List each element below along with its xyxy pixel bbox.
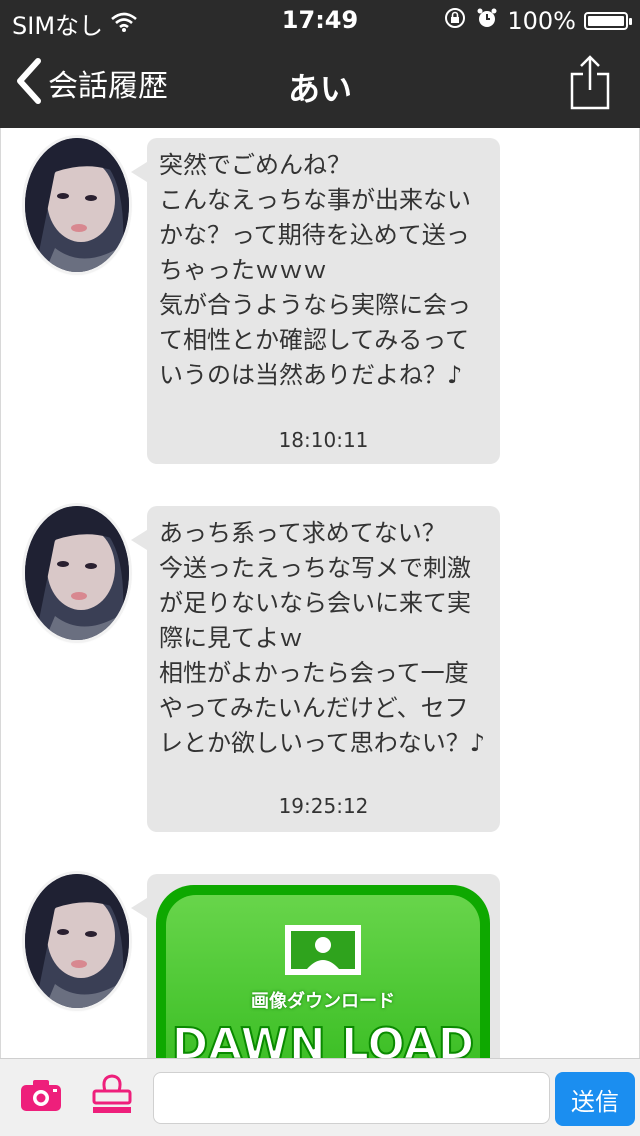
stamp-icon [90, 1074, 134, 1121]
alarm-icon [475, 6, 499, 36]
status-right: 100% [443, 6, 632, 36]
message-input[interactable] [153, 1072, 550, 1124]
share-icon [570, 55, 610, 114]
camera-icon [20, 1080, 62, 1116]
page-title: あい [287, 70, 352, 108]
share-button[interactable] [570, 54, 610, 114]
download-caption: 画像ダウンロード [251, 991, 395, 1012]
battery-percent: 100% [507, 7, 576, 35]
message-time: 18:10:11 [278, 428, 369, 452]
stamp-button[interactable] [90, 1073, 134, 1121]
image-icon [283, 923, 363, 981]
avatar[interactable] [25, 874, 129, 1008]
message-bubble: あっち系って求めてない？ 今送ったえっちな写メで刺激が足りないなら会いに来て実際… [131, 506, 500, 832]
rotation-lock-icon [443, 6, 467, 36]
message-time: 19:25:12 [278, 794, 369, 818]
battery-fill [588, 16, 624, 26]
avatar[interactable] [25, 506, 129, 640]
send-button[interactable]: 送信 [555, 1072, 635, 1126]
status-bar: SIMなし 17:49 100% [0, 0, 640, 40]
avatar[interactable] [25, 138, 129, 272]
message-text: 突然でごめんね？ こんなえっちな事が出来ないかな？って期待を込めて送っちゃったｗ… [159, 151, 471, 389]
nav-bar: 会話履歴 あい [0, 40, 640, 128]
message-text: あっち系って求めてない？ 今送ったえっちな写メで刺激が足りないなら会いに来て実際… [159, 519, 486, 757]
camera-button[interactable] [20, 1078, 62, 1116]
battery-icon [584, 12, 632, 30]
message-bubble: 突然でごめんね？ こんなえっちな事が出来ないかな？って期待を込めて送っちゃったｗ… [131, 138, 500, 464]
message-input-bar: 送信 [0, 1058, 640, 1136]
